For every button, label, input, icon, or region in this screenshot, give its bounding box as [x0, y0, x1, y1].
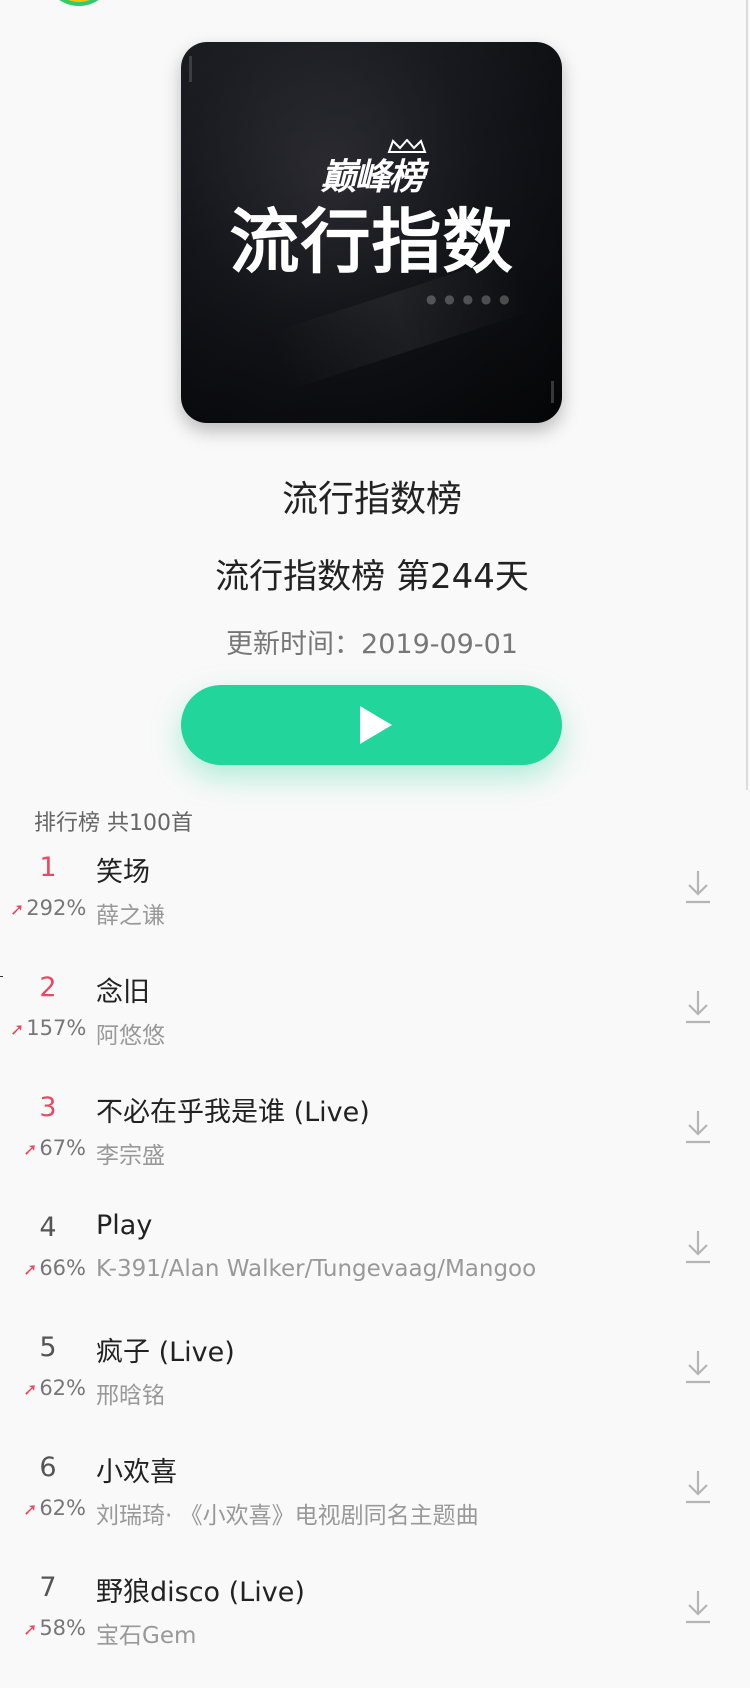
cover-subtitle: 巅峰榜 — [320, 157, 424, 198]
song-title: 小欢喜 — [96, 1457, 177, 1488]
song-list: 1 ➚292% 笑场 薛之谦 2 ➚157% 念旧 阿悠悠 3 ➚67% 不必在… — [0, 840, 744, 1680]
trend-up-icon: ➚ — [23, 1380, 38, 1400]
list-header: 排行榜 共100首 — [34, 811, 193, 836]
trend-up-icon: ➚ — [10, 900, 25, 920]
rank-number: 2 — [39, 972, 57, 1003]
song-artist: 刘瑞琦· 《小欢喜》电视剧同名主题曲 — [96, 1503, 479, 1529]
download-icon[interactable] — [683, 988, 713, 1026]
rank-number: 5 — [39, 1332, 57, 1363]
cover-edge-mark — [189, 56, 192, 82]
song-artist: 阿悠悠 — [96, 1023, 165, 1049]
song-title: 疯子 (Live) — [96, 1337, 235, 1368]
rank-number: 1 — [39, 852, 57, 883]
song-row[interactable]: 1 ➚292% 笑场 薛之谦 — [0, 840, 744, 960]
download-icon[interactable] — [683, 1588, 713, 1626]
chart-subtitle: 流行指数榜 第244天 — [215, 557, 529, 597]
play-all-button[interactable] — [181, 685, 562, 765]
song-row[interactable]: 4 ➚66% Play K-391/Alan Walker/Tungevaag/… — [0, 1200, 744, 1320]
song-row[interactable]: 6 ➚62% 小欢喜 刘瑞琦· 《小欢喜》电视剧同名主题曲 — [0, 1440, 744, 1560]
song-title: 念旧 — [96, 977, 150, 1008]
song-title: Play — [96, 1210, 153, 1241]
rank-number: 3 — [39, 1092, 57, 1123]
song-row[interactable]: 3 ➚67% 不必在乎我是谁 (Live) 李宗盛 — [0, 1080, 744, 1200]
trend-up-icon: ➚ — [23, 1260, 38, 1280]
cover-decor-dots: ● ● ● ● ● — [426, 292, 512, 306]
trend-change: ➚66% — [10, 1256, 86, 1280]
song-title: 笑场 — [96, 857, 150, 888]
trend-value: 66% — [39, 1256, 86, 1280]
trend-value: 62% — [39, 1376, 86, 1400]
song-row[interactable]: 2 ➚157% 念旧 阿悠悠 — [0, 960, 744, 1080]
trend-value: 157% — [26, 1016, 87, 1040]
trend-value: 62% — [39, 1496, 86, 1520]
download-icon[interactable] — [683, 1108, 713, 1146]
trend-change: ➚67% — [10, 1136, 86, 1160]
trend-change: ➚292% — [10, 896, 86, 920]
trend-change: ➚62% — [10, 1496, 86, 1520]
trend-value: 58% — [39, 1616, 86, 1640]
chart-title: 流行指数榜 — [281, 479, 462, 520]
trend-value: 292% — [26, 896, 87, 920]
song-row[interactable]: 7 ➚58% 野狼disco (Live) 宝石Gem — [0, 1560, 744, 1680]
trend-up-icon: ➚ — [10, 1020, 25, 1040]
download-icon[interactable] — [683, 868, 713, 906]
app-logo — [44, 0, 114, 6]
song-row[interactable]: 5 ➚62% 疯子 (Live) 邢晗铭 — [0, 1320, 744, 1440]
rank-number: 6 — [39, 1452, 57, 1483]
trend-value: 67% — [39, 1136, 86, 1160]
download-icon[interactable] — [683, 1228, 713, 1266]
trend-change: ➚157% — [10, 1016, 86, 1040]
chart-cover-image: 巅峰榜 流行指数 ● ● ● ● ● — [181, 42, 562, 423]
download-icon[interactable] — [683, 1348, 713, 1386]
song-artist: 邢晗铭 — [96, 1383, 165, 1409]
song-title: 不必在乎我是谁 (Live) — [96, 1097, 370, 1128]
cover-edge-mark — [551, 381, 554, 403]
scrollbar[interactable] — [746, 0, 748, 790]
rank-number: 7 — [39, 1572, 57, 1603]
song-artist: 李宗盛 — [96, 1143, 165, 1169]
trend-up-icon: ➚ — [23, 1620, 38, 1640]
trend-change: ➚62% — [10, 1376, 86, 1400]
song-artist: 宝石Gem — [96, 1623, 197, 1649]
trend-change: ➚58% — [10, 1616, 86, 1640]
rank-number: 4 — [39, 1212, 57, 1243]
download-icon[interactable] — [683, 1468, 713, 1506]
song-artist: 薛之谦 — [96, 903, 165, 929]
update-time: 更新时间：2019-09-01 — [226, 629, 518, 660]
trend-up-icon: ➚ — [23, 1500, 38, 1520]
song-title: 野狼disco (Live) — [96, 1577, 305, 1608]
song-artist: K-391/Alan Walker/Tungevaag/Mangoo — [96, 1256, 537, 1282]
play-icon — [359, 706, 392, 744]
cover-title: 流行指数 — [229, 201, 514, 283]
trend-up-icon: ➚ — [23, 1140, 38, 1160]
